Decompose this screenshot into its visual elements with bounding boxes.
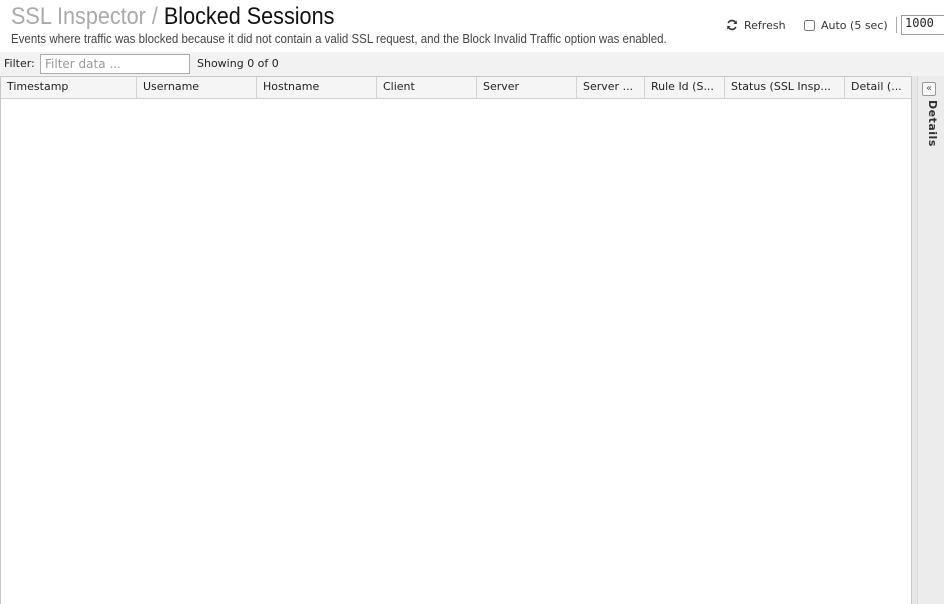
auto-refresh-label: Auto (5 sec) xyxy=(821,18,888,32)
filter-label: Filter: xyxy=(4,57,35,70)
page-subtitle: Events where traffic was blocked because… xyxy=(11,32,667,46)
sessions-grid: Timestamp Username Hostname Client Serve… xyxy=(0,76,912,604)
column-header-client[interactable]: Client xyxy=(377,77,477,98)
column-header-server-port[interactable]: Server ... xyxy=(577,77,645,98)
breadcrumb-current: Blocked Sessions xyxy=(163,3,335,30)
refresh-button[interactable]: Refresh xyxy=(726,16,786,34)
result-count: Showing 0 of 0 xyxy=(197,57,279,70)
grid-header: Timestamp Username Hostname Client Serve… xyxy=(1,77,911,99)
breadcrumb-parent[interactable]: SSL Inspector xyxy=(11,3,146,30)
details-panel-tab[interactable]: Details xyxy=(921,100,939,150)
filter-input[interactable] xyxy=(40,54,190,74)
page-header: SSL Inspector / Blocked Sessions Events … xyxy=(0,0,944,52)
column-header-server[interactable]: Server xyxy=(477,77,577,98)
breadcrumb-separator: / xyxy=(151,3,158,30)
column-header-detail[interactable]: Detail (... xyxy=(845,77,911,98)
column-header-hostname[interactable]: Hostname xyxy=(257,77,377,98)
page-title: SSL Inspector / Blocked Sessions xyxy=(11,3,334,31)
column-header-timestamp[interactable]: Timestamp xyxy=(1,77,137,98)
auto-refresh-toggle[interactable]: Auto (5 sec) xyxy=(803,16,888,34)
details-panel: « Details xyxy=(917,76,944,604)
refresh-icon xyxy=(727,19,737,31)
refresh-label: Refresh xyxy=(744,18,786,32)
expand-details-button[interactable]: « xyxy=(922,82,936,96)
auto-refresh-checkbox[interactable] xyxy=(804,19,815,31)
limit-field[interactable]: 1000 xyxy=(901,15,944,35)
toolbar-divider xyxy=(896,17,897,33)
column-header-username[interactable]: Username xyxy=(137,77,257,98)
filter-bar: Filter: Showing 0 of 0 xyxy=(0,52,944,76)
column-header-rule-id[interactable]: Rule Id (S... xyxy=(645,77,725,98)
details-label: Details xyxy=(926,100,939,147)
column-header-status[interactable]: Status (SSL Insp... xyxy=(725,77,845,98)
